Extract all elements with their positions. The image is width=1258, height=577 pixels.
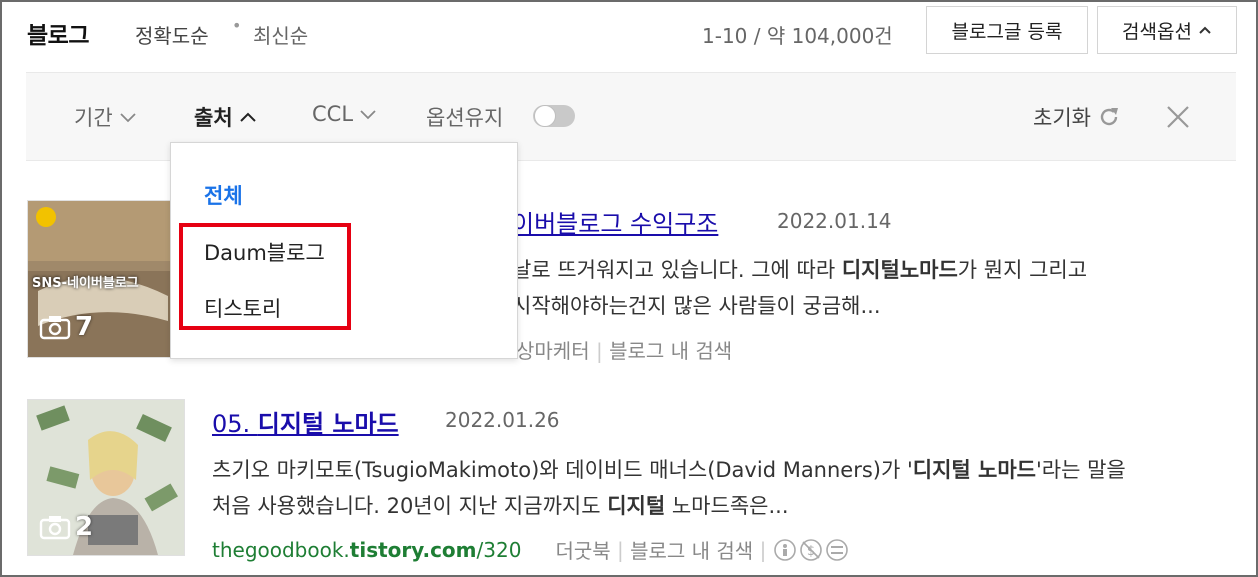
source-option-all[interactable]: 전체 — [204, 180, 243, 210]
section-title: 블로그 — [27, 23, 89, 49]
search-options-label: 검색옵션 — [1122, 20, 1192, 43]
toggle-knob — [534, 105, 556, 127]
desc-text: 노마드족은... — [665, 494, 789, 518]
desc-text: 츠기오 마키모토(TsugioMakimoto)와 데이비드 매너스(David… — [212, 458, 913, 482]
image-count-number: 2 — [75, 512, 94, 542]
desc-keyword: 디지털노마드 — [841, 258, 958, 282]
desc-text: 날로 뜨거워지고 있습니다. 그에 따라 — [512, 258, 842, 282]
url-suffix: /320 — [476, 537, 522, 562]
image-count-number: 7 — [75, 312, 94, 342]
filter-source-label: 출처 — [194, 106, 233, 130]
ccl-license-icons: $ — [773, 538, 848, 561]
filter-ccl[interactable]: CCL — [312, 102, 377, 126]
result-url[interactable]: thegoodbook.tistory.com/320 — [212, 538, 521, 562]
image-count: 2 — [39, 512, 93, 542]
chevron-up-icon — [1199, 26, 1211, 34]
chevron-down-icon — [120, 113, 136, 123]
search-options-button[interactable]: 검색옵션 — [1097, 6, 1237, 54]
result-title[interactable]: 이버블로그 수익구조 — [512, 204, 718, 239]
blog-author[interactable]: 더굿북 — [555, 535, 610, 564]
result-description: 날로 뜨거워지고 있습니다. 그에 따라 디지털노마드가 뭔지 그리고 시작해야… — [512, 252, 1087, 324]
keep-options-label: 옵션유지 — [426, 106, 504, 130]
desc-keyword: 디지털 노마드 — [912, 458, 1036, 482]
title-keyword: 디지털 노마드 — [257, 410, 399, 438]
desc-text: 시작해야하는건지 많은 사람들이 궁금해... — [512, 294, 881, 318]
chevron-up-icon — [239, 112, 256, 122]
result-count: 1-10 / 약 104,000건 — [702, 24, 893, 48]
result-title[interactable]: 05. 디지털 노마드 — [212, 404, 399, 439]
thumbnail-caption: SNS-네이버블로그 — [32, 276, 139, 291]
filter-ccl-label: CCL — [312, 102, 354, 126]
sort-accuracy[interactable]: 정확도순 — [135, 20, 209, 49]
meta-separator: | — [610, 537, 631, 562]
desc-text: 가 뭔지 그리고 — [957, 258, 1088, 282]
camera-icon — [39, 516, 71, 540]
register-blog-label: 블로그글 등록 — [951, 20, 1063, 43]
title-prefix: 05. — [212, 410, 258, 438]
search-results-panel: 블로그 정확도순 • 최신순 1-10 / 약 104,000건 블로그글 등록… — [0, 0, 1258, 577]
image-count: 7 — [39, 312, 93, 342]
search-in-blog-link[interactable]: 블로그 내 검색 — [609, 339, 732, 363]
sort-separator: • — [232, 16, 242, 35]
meta-separator: | — [753, 537, 773, 562]
sort-latest[interactable]: 최신순 — [253, 20, 308, 49]
result-description: 츠기오 마키모토(TsugioMakimoto)와 데이비드 매너스(David… — [212, 452, 1126, 524]
close-icon[interactable] — [1165, 104, 1191, 134]
filter-period[interactable]: 기간 — [74, 102, 137, 132]
filter-period-label: 기간 — [74, 106, 113, 130]
desc-keyword: 디지털 — [607, 494, 666, 518]
search-in-blog-link[interactable]: 블로그 내 검색 — [630, 535, 753, 564]
camera-icon — [39, 316, 71, 340]
desc-text: 처음 사용했습니다. 20년이 지난 지금까지도 — [212, 494, 608, 518]
url-domain: tistory.com — [349, 537, 477, 562]
register-blog-button[interactable]: 블로그글 등록 — [926, 6, 1088, 54]
chevron-down-icon — [360, 110, 376, 120]
blog-author[interactable]: 상마케터 — [516, 339, 590, 363]
meta-separator: | — [595, 339, 610, 363]
reset-label: 초기화 — [1033, 106, 1091, 130]
result-date: 2022.01.14 — [777, 209, 892, 233]
result-meta: 상마케터 | 블로그 내 검색 — [516, 335, 732, 364]
refresh-icon — [1100, 108, 1118, 126]
result-meta: thegoodbook.tistory.com/320 더굿북 | 블로그 내 … — [212, 535, 851, 564]
highlight-box — [179, 223, 351, 330]
reset-button[interactable]: 초기화 — [1033, 102, 1121, 132]
url-prefix: thegoodbook. — [212, 537, 350, 562]
desc-text: '라는 말을 — [1036, 458, 1126, 482]
filter-source[interactable]: 출처 — [194, 102, 257, 132]
result-date: 2022.01.26 — [445, 408, 560, 432]
